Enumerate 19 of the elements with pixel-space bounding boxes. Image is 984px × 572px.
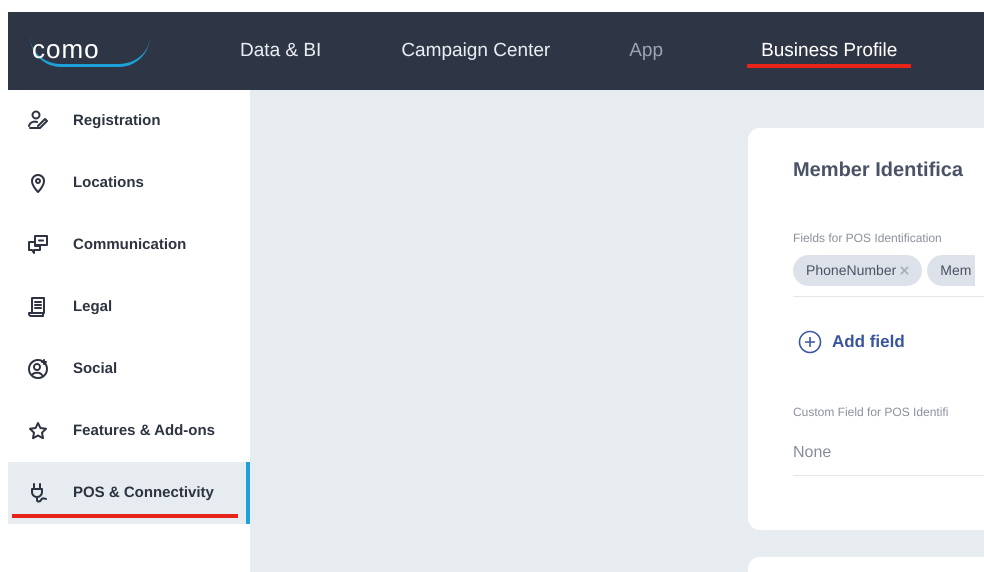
field-label: Custom Field for POS Identifi: [793, 404, 950, 420]
nav-tab[interactable]: Campaign Center: [401, 12, 550, 90]
logo[interactable]: como: [30, 36, 150, 66]
sidebar-item[interactable]: POS & Connectivity: [8, 462, 250, 524]
nav-tab[interactable]: Business Profile: [761, 12, 898, 90]
sidebar-label: Legal: [73, 296, 112, 317]
tag-chip: Mem: [927, 255, 976, 286]
tag-chip: PhoneNumber: [793, 255, 922, 286]
sidebar-label: Locations: [73, 172, 144, 193]
card-title: Member Identifica: [793, 158, 964, 182]
chips-field[interactable]: PhoneNumber Mem: [793, 255, 984, 297]
add-field-button[interactable]: Add field: [798, 329, 905, 354]
nav-tab[interactable]: Data & BI: [240, 12, 322, 90]
field-label: Fields for POS Identification: [793, 230, 943, 247]
sidebar-label: Communication: [73, 234, 186, 255]
sidebar-label: Registration: [73, 110, 161, 131]
sidebar-label: Social: [73, 358, 118, 379]
sidebar-label: Features & Add-ons: [73, 420, 215, 441]
sidebar-label: POS & Connectivity: [73, 482, 214, 503]
